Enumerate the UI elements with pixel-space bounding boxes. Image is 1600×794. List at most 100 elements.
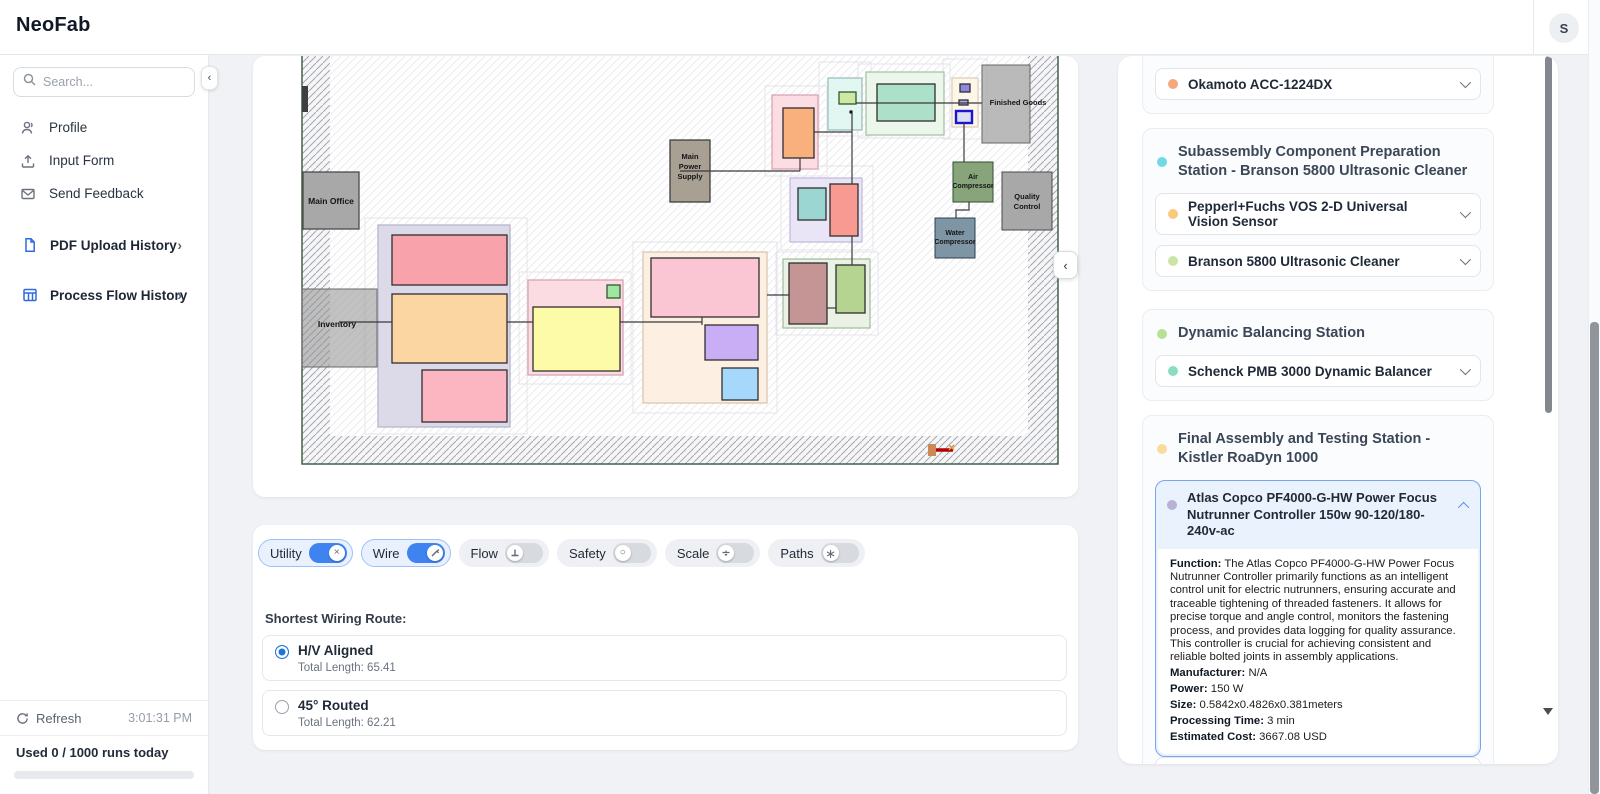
equipment-item-branson-5800[interactable]: Branson 5800 Ultrasonic Cleaner bbox=[1155, 245, 1481, 277]
station-dot bbox=[1157, 329, 1167, 339]
svg-text:Supply: Supply bbox=[677, 172, 703, 181]
equipment-item-header[interactable]: Atlas Copco PF4000-G-HW Power Focus Nutr… bbox=[1156, 481, 1480, 549]
toggle-scale[interactable]: Scale bbox=[665, 539, 761, 567]
sidebar-item-process-flow-history[interactable]: Process Flow History › bbox=[0, 276, 208, 314]
station-title-text: Subassembly Component Preparation Statio… bbox=[1178, 143, 1479, 181]
svg-text:Control: Control bbox=[1014, 202, 1041, 211]
refresh-icon bbox=[16, 712, 29, 725]
toggle-flow[interactable]: Flow bbox=[459, 539, 549, 567]
sidebar-collapse-button[interactable]: ‹ bbox=[201, 66, 218, 90]
zone-water-compressor: Water Compressor bbox=[934, 218, 976, 258]
svg-text:Compressor: Compressor bbox=[934, 239, 976, 246]
user-avatar[interactable]: S bbox=[1549, 13, 1579, 43]
envelope-icon bbox=[20, 186, 36, 202]
document-icon bbox=[22, 237, 38, 253]
toggle-paths[interactable]: Paths ∗ bbox=[768, 539, 864, 567]
toggle-utility[interactable]: Utility × bbox=[258, 539, 353, 567]
sidebar-footer: Refresh 3:01:31 PM Used 0 / 1000 runs to… bbox=[0, 700, 208, 794]
svg-text:Inventory: Inventory bbox=[318, 319, 357, 329]
sidebar-item-label: Input Form bbox=[49, 153, 114, 168]
window-scrollbar-thumb[interactable] bbox=[1590, 322, 1599, 794]
equipment-dot bbox=[1168, 209, 1178, 219]
station-title: Dynamic Balancing Station bbox=[1157, 324, 1479, 343]
toggle-label: Wire bbox=[373, 546, 400, 561]
detail-estimated-cost: Estimated Cost: 3667.08 USD bbox=[1170, 731, 1466, 744]
wiring-option-text: H/V Aligned Total Length: 65.41 bbox=[298, 643, 396, 680]
toggle-track: × bbox=[309, 543, 347, 563]
equipment-item-pepperl-fuchs[interactable]: Pepperl+Fuchs VOS 2-D Universal Vision S… bbox=[1155, 193, 1481, 235]
wrench-icon bbox=[427, 545, 443, 561]
toggle-label: Paths bbox=[780, 546, 813, 561]
panel-collapse-button[interactable]: ‹ bbox=[1053, 251, 1078, 279]
detail-power: Power: 150 W bbox=[1170, 683, 1466, 696]
usage-progress-bar bbox=[14, 771, 194, 779]
wiring-option-hv-aligned[interactable]: H/V Aligned Total Length: 65.41 bbox=[262, 635, 1067, 681]
svg-text:Air: Air bbox=[968, 174, 978, 181]
sidebar-item-pdf-upload-history[interactable]: PDF Upload History › bbox=[0, 226, 208, 264]
floor-plan-card: Main Office Inventory Main Power Supply … bbox=[253, 56, 1078, 497]
toggle-track: ○ bbox=[613, 543, 651, 563]
sidebar-item-label: Send Feedback bbox=[49, 186, 144, 201]
history-section: PDF Upload History › Process Flow Histor… bbox=[0, 226, 208, 314]
detail-processing-time: Processing Time: 3 min bbox=[1170, 715, 1466, 728]
detail-manufacturer: Manufacturer: N/A bbox=[1170, 667, 1466, 680]
svg-text:Water: Water bbox=[945, 230, 964, 237]
station-card-final-assembly: Final Assembly and Testing Station - Kis… bbox=[1142, 415, 1494, 764]
equipment-panel: Okamoto ACC-1224DX Subassembly Component… bbox=[1118, 56, 1558, 764]
toggle-label: Flow bbox=[471, 546, 498, 561]
panel-scrollbar-thumb[interactable] bbox=[1545, 56, 1552, 413]
equipment-details: Function: The Atlas Copco PF4000-G-HW Po… bbox=[1158, 549, 1478, 755]
equipment-dot bbox=[1167, 500, 1177, 510]
toggle-wire[interactable]: Wire bbox=[361, 539, 451, 567]
person-icon bbox=[20, 120, 36, 136]
sidebar-item-label: Profile bbox=[49, 120, 87, 135]
svg-text:Finished Goods: Finished Goods bbox=[990, 98, 1047, 107]
brand-logo: NeoFab bbox=[16, 14, 91, 37]
sidebar-item-profile[interactable]: Profile bbox=[0, 111, 208, 144]
station-title: Subassembly Component Preparation Statio… bbox=[1157, 143, 1479, 181]
asterisk-icon: ∗ bbox=[823, 545, 839, 561]
floor-plan: Main Office Inventory Main Power Supply … bbox=[253, 56, 1078, 497]
zone-main-office: Main Office bbox=[303, 172, 359, 229]
toggle-label: Safety bbox=[569, 546, 606, 561]
equipment-item-schenck-pmb-3000[interactable]: Schenck PMB 3000 Dynamic Balancer bbox=[1155, 355, 1481, 387]
equipment-panel-scroll-area[interactable]: Okamoto ACC-1224DX Subassembly Component… bbox=[1142, 56, 1494, 764]
navbar-divider bbox=[1533, 0, 1534, 55]
layer-toggles: Utility × Wire Flow Safety ○ Scale Paths bbox=[258, 539, 865, 567]
sidebar-item-input-form[interactable]: Input Form bbox=[0, 144, 208, 177]
toggle-track: ∗ bbox=[821, 543, 859, 563]
refresh-row: Refresh 3:01:31 PM bbox=[0, 700, 208, 736]
sidebar-item-send-feedback[interactable]: Send Feedback bbox=[0, 177, 208, 210]
equipment-item-okamoto[interactable]: Okamoto ACC-1224DX bbox=[1155, 68, 1481, 100]
equipment-dot bbox=[1168, 256, 1178, 266]
table-icon bbox=[22, 287, 38, 303]
wiring-option-label: 45° Routed bbox=[298, 698, 396, 713]
sidebar-menu: Profile Input Form Send Feedback bbox=[0, 111, 208, 314]
refresh-label: Refresh bbox=[36, 711, 82, 726]
toggle-safety[interactable]: Safety ○ bbox=[557, 539, 657, 567]
scroll-down-arrow-icon[interactable] bbox=[1543, 708, 1553, 715]
toggle-label: Scale bbox=[677, 546, 710, 561]
chevron-right-icon: › bbox=[177, 287, 182, 303]
svg-text:Quality: Quality bbox=[1014, 192, 1040, 201]
equipment-item-baier-torque-wrench[interactable]: Baier BRDC-LS Series Battery Torque Wren… bbox=[1155, 757, 1481, 764]
radio-unselected-icon[interactable] bbox=[275, 700, 289, 714]
toggle-track bbox=[407, 543, 445, 563]
refresh-button[interactable]: Refresh bbox=[16, 711, 82, 726]
app-root: NeoFab S Profile Input Form bbox=[0, 0, 1600, 794]
toggle-track bbox=[716, 543, 754, 563]
station-card-partial: Okamoto ACC-1224DX bbox=[1142, 56, 1494, 114]
toggle-track bbox=[505, 543, 543, 563]
equipment-dot bbox=[1168, 366, 1178, 376]
circle-icon: ○ bbox=[615, 545, 631, 561]
search-input[interactable] bbox=[43, 75, 185, 89]
window-scrollbar-track[interactable] bbox=[1588, 0, 1600, 794]
sidebar: Profile Input Form Send Feedback bbox=[0, 55, 209, 794]
toggle-label: Utility bbox=[270, 546, 302, 561]
wiring-option-text: 45° Routed Total Length: 62.21 bbox=[298, 698, 396, 735]
search-box[interactable] bbox=[13, 67, 195, 97]
equipment-item-atlas-copco-expanded[interactable]: Atlas Copco PF4000-G-HW Power Focus Nutr… bbox=[1155, 480, 1481, 757]
radio-selected-icon[interactable] bbox=[275, 645, 289, 659]
wiring-option-45-routed[interactable]: 45° Routed Total Length: 62.21 bbox=[262, 690, 1067, 736]
station-dot bbox=[1157, 157, 1167, 167]
